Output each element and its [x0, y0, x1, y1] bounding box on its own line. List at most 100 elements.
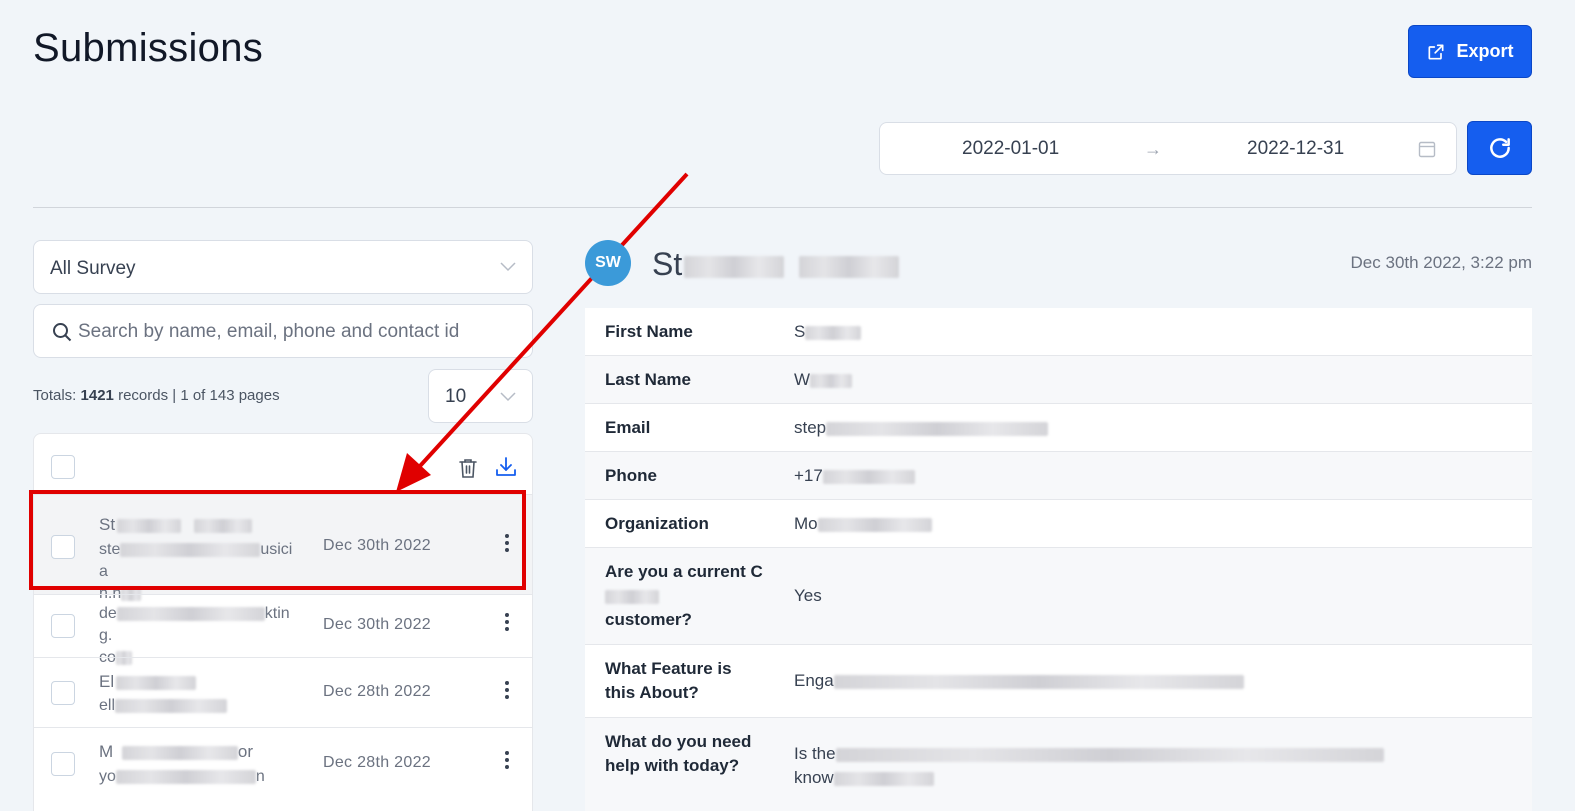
- row-email: ell: [99, 695, 299, 717]
- row-name: El: [99, 672, 197, 692]
- field-label: What do you need help with today?: [605, 732, 752, 775]
- field-label: Email: [605, 418, 651, 437]
- chevron-down-icon: [500, 392, 516, 402]
- row-email-text: ste: [99, 541, 121, 558]
- field-value-text: Mo: [794, 514, 818, 533]
- field-value: Enga: [794, 669, 1244, 693]
- row-name-text: St: [99, 515, 116, 534]
- search-box[interactable]: [33, 304, 533, 358]
- row-checkbox[interactable]: [51, 614, 75, 638]
- row-name-text: El: [99, 672, 115, 691]
- field-row: Are you a current C customer? Yes: [585, 548, 1532, 645]
- row-name: St: [99, 515, 252, 535]
- row-date: Dec 30th 2022: [323, 616, 431, 633]
- refresh-icon: [1489, 138, 1510, 158]
- select-all-checkbox[interactable]: [51, 455, 75, 479]
- row-name-text: M: [99, 742, 114, 761]
- detail-contact-name: St: [652, 246, 900, 283]
- kebab-menu-icon[interactable]: [503, 681, 511, 702]
- calendar-icon: [1418, 141, 1436, 158]
- field-label: Are you a current C customer?: [605, 560, 765, 632]
- row-name-tail: or: [237, 742, 254, 761]
- detail-name-text: St: [652, 246, 683, 282]
- date-end[interactable]: 2022-12-31: [1247, 138, 1344, 160]
- date-start[interactable]: 2022-01-01: [962, 138, 1059, 160]
- export-label: Export: [1456, 41, 1514, 61]
- field-row: Last Name W: [585, 356, 1532, 404]
- row-checkbox[interactable]: [51, 752, 75, 776]
- field-value-text: S: [794, 322, 806, 341]
- field-label: First Name: [605, 322, 693, 341]
- field-value-text: +17: [794, 466, 823, 485]
- list-item[interactable]: St ste usicia n.n Dec 30th 2022: [34, 494, 532, 602]
- field-value-line2: know: [794, 768, 834, 787]
- row-name: M or: [99, 742, 253, 762]
- field-value: S: [794, 320, 862, 344]
- list-item[interactable]: M or yo n Dec 28th 2022: [34, 727, 532, 799]
- field-label: What Feature is this About?: [605, 659, 732, 702]
- chevron-down-icon: [500, 262, 516, 272]
- row-date: Dec 28th 2022: [323, 683, 431, 700]
- row-checkbox[interactable]: [51, 681, 75, 705]
- field-label: Organization: [605, 514, 709, 533]
- survey-select-value: All Survey: [50, 258, 136, 279]
- list-header: [34, 434, 532, 494]
- field-label: Last Name: [605, 370, 691, 389]
- field-value: Mo: [794, 512, 932, 536]
- field-label-text: Are you a current C: [605, 562, 763, 581]
- field-value: W: [794, 368, 853, 392]
- field-row: Email step: [585, 404, 1532, 452]
- detail-header: SW St Dec 30th 2022, 3:22 pm: [585, 240, 1532, 288]
- survey-select[interactable]: All Survey: [33, 240, 533, 294]
- export-icon: [1428, 44, 1444, 60]
- refresh-button[interactable]: [1467, 121, 1532, 175]
- field-label: Phone: [605, 466, 657, 485]
- header-divider: [33, 207, 1532, 208]
- trash-icon[interactable]: [458, 457, 478, 479]
- kebab-menu-icon[interactable]: [503, 751, 511, 772]
- date-range-picker[interactable]: 2022-01-01 → 2022-12-31: [879, 122, 1457, 175]
- totals-suffix: records | 1 of 143 pages: [113, 387, 280, 404]
- list-item[interactable]: de kting. co Dec 30th 2022: [34, 594, 532, 666]
- row-email-text: yo: [99, 768, 116, 785]
- field-row: Organization Mo: [585, 500, 1532, 548]
- submission-timestamp: Dec 30th 2022, 3:22 pm: [1350, 253, 1532, 272]
- totals-prefix: Totals:: [33, 387, 81, 404]
- arrow-right-icon: →: [1144, 139, 1162, 159]
- row-email-text: ell: [99, 697, 116, 714]
- totals-summary: Totals: 1421 records | 1 of 143 pages: [33, 387, 280, 404]
- field-row: What Feature is this About? Enga: [585, 645, 1532, 718]
- field-label-tail: customer?: [605, 610, 692, 629]
- row-email: yo n: [99, 766, 299, 788]
- field-value-text: Is the: [794, 744, 836, 763]
- row-date: Dec 28th 2022: [323, 754, 431, 771]
- field-row: First Name S: [585, 308, 1532, 356]
- row-email-tail: n: [255, 768, 265, 785]
- field-row: What do you need help with today? Is the…: [585, 718, 1532, 811]
- field-value: step: [794, 416, 1049, 440]
- list-item[interactable]: El ell Dec 28th 2022: [34, 657, 532, 727]
- row-checkbox[interactable]: [51, 535, 75, 559]
- submission-list: St ste usicia n.n Dec 30th 2022 de kting. co…: [33, 433, 533, 811]
- field-value-text: Enga: [794, 671, 834, 690]
- search-icon: [53, 323, 72, 342]
- field-value: Is the know: [794, 742, 1384, 790]
- field-row: Phone +17: [585, 452, 1532, 500]
- field-value-text: W: [794, 370, 811, 389]
- page-title: Submissions: [33, 26, 264, 70]
- page-size-value: 10: [445, 386, 467, 407]
- field-value-text: step: [794, 418, 827, 437]
- submission-fields: First Name S Last Name W Email step Phon…: [585, 308, 1532, 811]
- download-icon[interactable]: [495, 456, 517, 478]
- kebab-menu-icon[interactable]: [503, 534, 511, 555]
- kebab-menu-icon[interactable]: [503, 613, 511, 634]
- totals-records: 1421: [80, 387, 114, 404]
- row-date: Dec 30th 2022: [323, 537, 431, 554]
- export-button[interactable]: Export: [1408, 25, 1532, 78]
- field-value: Yes: [794, 586, 822, 605]
- row-email-text: de: [99, 605, 117, 622]
- avatar: SW: [585, 240, 631, 286]
- search-input[interactable]: [78, 317, 518, 347]
- field-value: +17: [794, 464, 915, 488]
- page-size-select[interactable]: 10: [428, 369, 533, 423]
